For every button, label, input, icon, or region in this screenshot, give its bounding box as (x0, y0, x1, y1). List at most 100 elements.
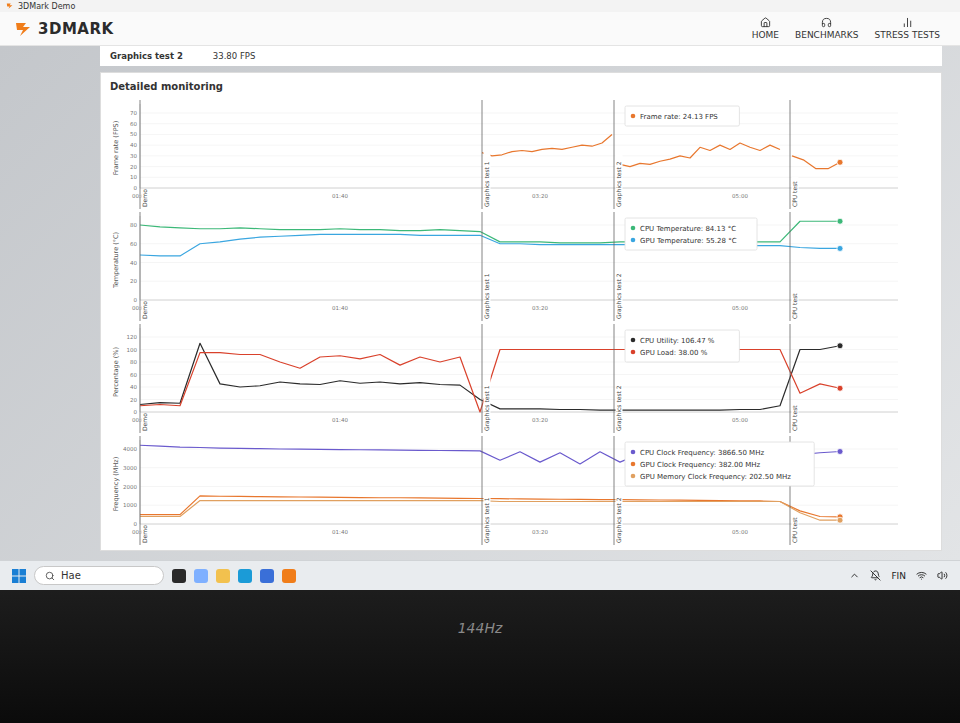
svg-text:Demo: Demo (141, 189, 148, 207)
legend-item: GPU Clock Frequency: 382.00 MHz (631, 461, 761, 469)
monitoring-panel: Detailed monitoring Frame rate (FPS) 0 10 20… (100, 72, 942, 551)
svg-text:Graphics test 1: Graphics test 1 (483, 161, 491, 207)
nav-item[interactable]: STRESS TESTS (874, 17, 940, 40)
y-tick: 20 (130, 397, 137, 403)
svg-text:Demo: Demo (141, 301, 148, 319)
axis-label: Frequency (MHz) (112, 457, 120, 512)
screen: 3DMark Demo 3DMARK HOME BENCHMARKS STRESS TE… (0, 0, 960, 590)
wifi-icon[interactable] (916, 570, 927, 581)
y-tick: 40 (130, 260, 137, 266)
legend: CPU Clock Frequency: 3866.50 MHz GPU Cloc… (625, 442, 814, 486)
legend-item: CPU Temperature: 84.13 °C (631, 225, 736, 233)
test-marker: Demo (140, 212, 149, 321)
svg-text:GPU Load: 38.00 %: GPU Load: 38.00 % (640, 349, 708, 357)
result-row: Graphics test 233.80 FPS (100, 46, 942, 66)
end-dot (837, 343, 843, 349)
nav-item[interactable]: HOME (752, 17, 779, 40)
taskbar: Hae FIN (0, 560, 960, 590)
search-box[interactable]: Hae (34, 566, 164, 585)
nav-item[interactable]: BENCHMARKS (795, 17, 858, 40)
legend: Frame rate: 24.13 FPS (625, 106, 739, 126)
end-dot (837, 517, 843, 523)
x-tick: 03:20 (532, 417, 548, 423)
monitoring-chart: Percentage (%)02040608010012000:0001:400… (110, 322, 932, 434)
axis-label: Frame rate (FPS) (112, 121, 120, 175)
test-marker: Demo (140, 324, 149, 433)
logo[interactable]: 3DMARK (14, 19, 114, 39)
search-icon (45, 571, 55, 581)
home-icon (760, 17, 771, 28)
y-tick: 100 (127, 347, 138, 353)
y-tick: 0 (134, 185, 138, 191)
monitoring-chart: Frame rate (FPS)01020304050607000:0001:4… (110, 98, 932, 210)
y-tick: 2000 (123, 484, 137, 490)
test-marker: Graphics test 1 (482, 100, 491, 209)
y-tick: 4000 (123, 446, 137, 452)
legend-item: GPU Load: 38.00 % (631, 349, 708, 357)
end-dot (837, 245, 843, 251)
copilot-app[interactable] (194, 569, 208, 583)
y-tick: 60 (130, 241, 137, 247)
taskview-app[interactable] (172, 569, 186, 583)
edge-app[interactable] (238, 569, 252, 583)
svg-text:Graphics test 1: Graphics test 1 (483, 497, 491, 543)
language-indicator[interactable]: FIN (891, 571, 906, 581)
y-tick: 70 (130, 110, 137, 116)
axis-label: Temperature (°C) (112, 232, 120, 289)
test-marker: Graphics test 1 (482, 436, 491, 545)
series-line (482, 134, 612, 155)
x-tick: 05:00 (732, 305, 748, 311)
test-score: 33.80 FPS (213, 51, 255, 61)
svg-text:CPU test: CPU test (791, 405, 798, 431)
explorer-app[interactable] (216, 569, 230, 583)
store-app[interactable] (260, 569, 274, 583)
test-marker: CPU test (790, 212, 799, 321)
x-tick: 03:20 (532, 529, 548, 535)
3dmark-logo-icon (14, 19, 34, 39)
y-tick: 80 (130, 222, 137, 228)
nav: HOME BENCHMARKS STRESS TESTS (752, 17, 940, 40)
x-tick: 03:20 (532, 193, 548, 199)
bar-chart-icon (902, 17, 913, 28)
3dmark-app[interactable] (282, 569, 296, 583)
end-dot (837, 449, 843, 455)
photo-frame: 3DMark Demo 3DMARK HOME BENCHMARKS STRESS TE… (0, 0, 960, 723)
legend-item: GPU Memory Clock Frequency: 202.50 MHz (631, 473, 791, 481)
y-tick: 20 (130, 164, 137, 170)
svg-text:GPU Temperature: 55.28 °C: GPU Temperature: 55.28 °C (640, 237, 737, 245)
svg-text:CPU test: CPU test (791, 293, 798, 319)
system-tray: FIN (849, 570, 948, 581)
test-marker: Graphics test 2 (614, 100, 623, 209)
test-marker: Demo (140, 100, 149, 209)
3dmark-logo-icon (6, 2, 14, 10)
y-tick: 50 (130, 131, 137, 137)
svg-text:Graphics test 1: Graphics test 1 (483, 273, 491, 319)
y-tick: 0 (134, 297, 138, 303)
y-tick: 40 (130, 142, 137, 148)
svg-text:Frame rate: 24.13 FPS: Frame rate: 24.13 FPS (640, 113, 718, 121)
svg-text:GPU Memory Clock Frequency: 20: GPU Memory Clock Frequency: 202.50 MHz (640, 473, 791, 481)
y-tick: 20 (130, 278, 137, 284)
legend-item: CPU Clock Frequency: 3866.50 MHz (631, 449, 765, 457)
x-tick: 01:40 (332, 305, 348, 311)
legend-item: GPU Temperature: 55.28 °C (631, 237, 737, 245)
y-tick: 10 (130, 174, 137, 180)
laptop-bezel: 144Hz (0, 590, 960, 723)
panel-title: Detailed monitoring (110, 77, 932, 98)
legend-item: Frame rate: 24.13 FPS (631, 113, 719, 121)
volume-icon[interactable] (937, 570, 948, 581)
svg-text:GPU Clock Frequency: 382.00 MH: GPU Clock Frequency: 382.00 MHz (640, 461, 760, 469)
axis-label: Percentage (%) (112, 347, 120, 397)
window-title: 3DMark Demo (18, 2, 75, 11)
windows-icon[interactable] (12, 569, 26, 583)
legend: CPU Utility: 106.47 %GPU Load: 38.00 % (625, 330, 739, 362)
svg-text:Graphics test 1: Graphics test 1 (483, 385, 491, 431)
monitoring-chart: Temperature (°C)02040608000:0001:4003:20… (110, 210, 932, 322)
chevron-up-icon[interactable] (849, 570, 860, 581)
content-area: Graphics test 233.80 FPSDetailed monitor… (0, 46, 960, 560)
test-marker: Graphics test 1 (482, 212, 491, 321)
x-tick: 01:40 (332, 417, 348, 423)
title-bar: 3DMark Demo (0, 0, 960, 12)
notifications-off-icon[interactable] (870, 570, 881, 581)
y-tick: 1000 (123, 502, 137, 508)
